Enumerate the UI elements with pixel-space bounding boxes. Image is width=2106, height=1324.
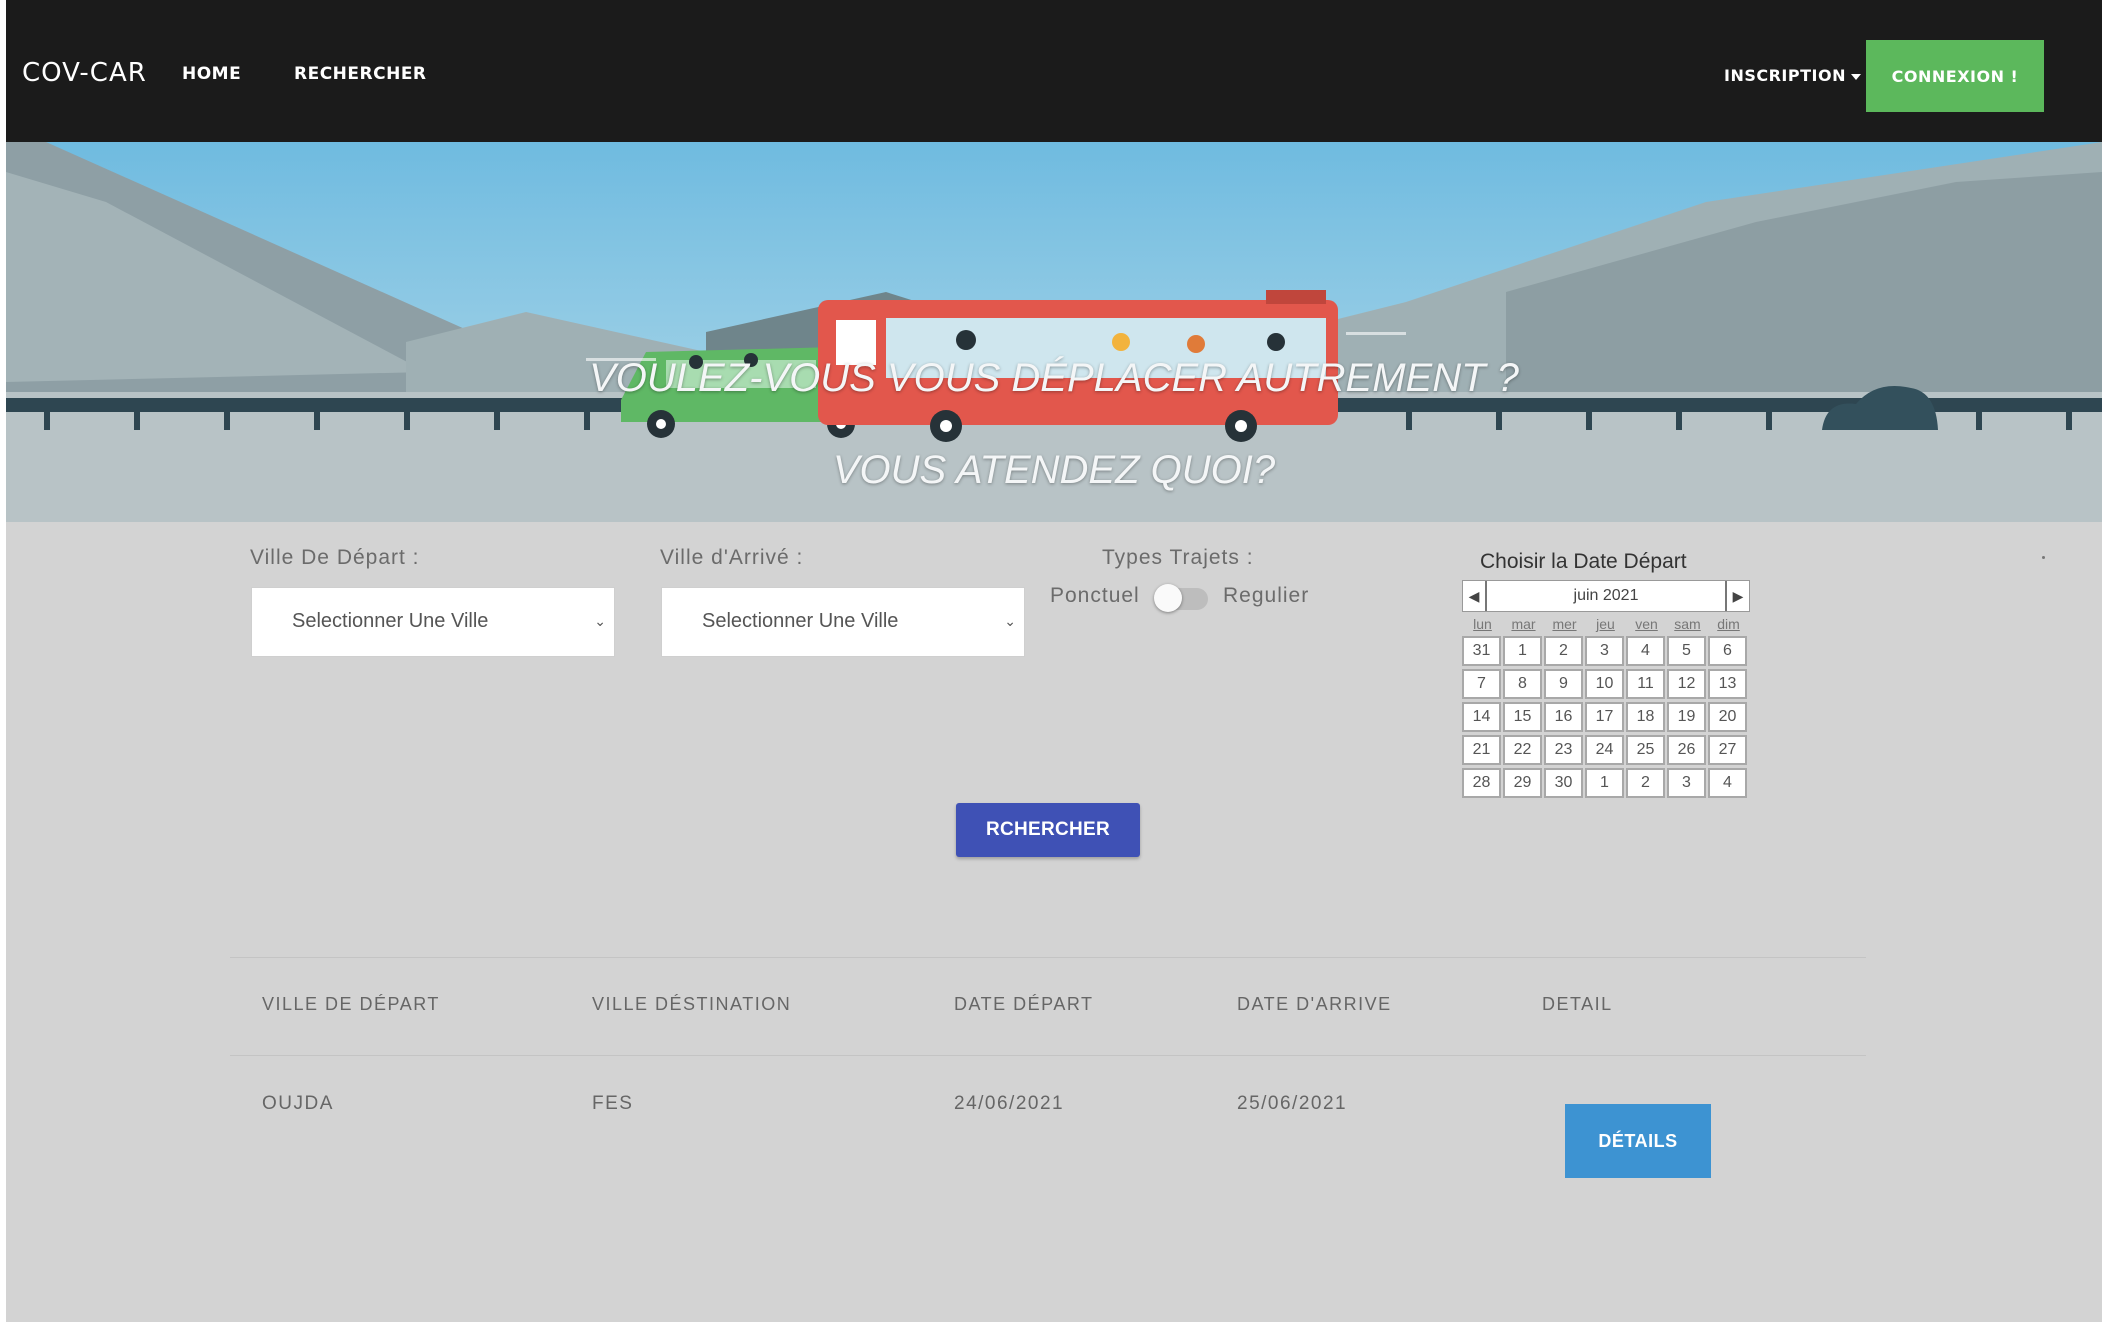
calendar-month[interactable]: juin 2021: [1463, 587, 1749, 605]
calendar-day[interactable]: 17: [1585, 702, 1624, 732]
calendar-day[interactable]: 10: [1585, 669, 1624, 699]
calendar-day[interactable]: 5: [1667, 636, 1706, 666]
calendar-weekdays: lun mar mer jeu ven sam dim: [1462, 616, 1750, 632]
calendar-day[interactable]: 1: [1503, 636, 1542, 666]
calendar-day[interactable]: 2: [1626, 768, 1665, 798]
calendar-day[interactable]: 21: [1462, 735, 1501, 765]
calendar-day[interactable]: 26: [1667, 735, 1706, 765]
calendar-day[interactable]: 31: [1462, 636, 1501, 666]
calendar-day[interactable]: 3: [1667, 768, 1706, 798]
inscription-label: INSCRIPTION: [1724, 66, 1846, 85]
calendar-day[interactable]: 1: [1585, 768, 1624, 798]
calendar-day[interactable]: 9: [1544, 669, 1583, 699]
chevron-down-icon: ⌄: [594, 613, 606, 629]
chevron-down-icon: ⌄: [1004, 613, 1016, 629]
types-trajets-label: Types Trajets :: [1102, 546, 1254, 569]
details-button[interactable]: DÉTAILS: [1565, 1104, 1711, 1178]
calendar-weekday: sam: [1674, 616, 1701, 632]
depart-select-value: Selectionner Une Ville: [292, 610, 489, 632]
table-header: DETAIL: [1542, 994, 1613, 1014]
table-header: DATE DÉPART: [954, 994, 1094, 1014]
calendar-day[interactable]: 15: [1503, 702, 1542, 732]
hero-subtitle: VOUS ATENDEZ QUOI?: [832, 448, 1276, 492]
calendar-day[interactable]: 19: [1667, 702, 1706, 732]
calendar-day[interactable]: 18: [1626, 702, 1665, 732]
cell-destination: FES: [592, 1093, 634, 1114]
calendar-day[interactable]: 27: [1708, 735, 1747, 765]
calendar-day[interactable]: 12: [1667, 669, 1706, 699]
table-header: VILLE DE DÉPART: [262, 994, 440, 1014]
nav-search-link[interactable]: RECHERCHER: [294, 64, 427, 84]
ponctuel-label: Ponctuel: [1050, 584, 1140, 607]
calendar-grid: 31 1 2 3 4 5 6 7 8 9 10 11 12 13 14 15 16 17 18 19 20 21 22 23 2…: [1462, 636, 1756, 798]
calendar-day[interactable]: 14: [1462, 702, 1501, 732]
calendar-header: ◀ juin 2021 ▶: [1462, 580, 1750, 612]
calendar-day[interactable]: 24: [1585, 735, 1624, 765]
connexion-button[interactable]: CONNEXION !: [1866, 40, 2044, 112]
next-month-icon[interactable]: ▶: [1725, 581, 1749, 611]
caret-down-icon: [1850, 73, 1861, 80]
switch-knob[interactable]: [1154, 584, 1182, 612]
calendar-weekday: ven: [1635, 616, 1658, 632]
calendar-day[interactable]: 16: [1544, 702, 1583, 732]
calendar-weekday: mer: [1552, 616, 1577, 632]
arrive-select-value: Selectionner Une Ville: [702, 610, 899, 632]
table-header: DATE D'ARRIVE: [1237, 994, 1392, 1014]
cell-depart: OUJDA: [262, 1093, 334, 1114]
brand-logo[interactable]: COV-CAR: [22, 58, 147, 88]
calendar-day[interactable]: 4: [1626, 636, 1665, 666]
cell-date-depart: 24/06/2021: [954, 1093, 1065, 1114]
nav-home-link[interactable]: HOME: [182, 64, 241, 84]
cell-date-arrive: 25/06/2021: [1237, 1093, 1348, 1114]
calendar-day[interactable]: 28: [1462, 768, 1501, 798]
table-top-divider: [230, 957, 1866, 958]
hero-title: VOULEZ-VOUS VOUS DÉPLACER AUTREMENT ?: [589, 356, 1519, 400]
calendar-weekday: mar: [1511, 616, 1536, 632]
date-calendar: ◀ juin 2021 ▶ lun mar mer jeu ven sam dim 31 1 2…: [1462, 580, 1756, 798]
calendar-title: Choisir la Date Départ: [1480, 550, 1687, 573]
table-header-divider: [230, 1055, 1866, 1056]
calendar-day[interactable]: 11: [1626, 669, 1665, 699]
calendar-day[interactable]: 29: [1503, 768, 1542, 798]
calendar-day[interactable]: 20: [1708, 702, 1747, 732]
calendar-weekday: jeu: [1596, 616, 1615, 632]
depart-select[interactable]: Selectionner Une Ville ⌄: [251, 587, 615, 657]
calendar-day[interactable]: 22: [1503, 735, 1542, 765]
calendar-day[interactable]: 8: [1503, 669, 1542, 699]
depart-label: Ville De Départ :: [250, 546, 420, 569]
calendar-day[interactable]: 13: [1708, 669, 1747, 699]
calendar-day[interactable]: 7: [1462, 669, 1501, 699]
calendar-weekday: dim: [1717, 616, 1740, 632]
calendar-day[interactable]: 25: [1626, 735, 1665, 765]
calendar-day[interactable]: 30: [1544, 768, 1583, 798]
navbar: COV-CAR HOME RECHERCHER INSCRIPTION CONN…: [6, 0, 2102, 142]
arrive-select[interactable]: Selectionner Une Ville ⌄: [661, 587, 1025, 657]
calendar-weekday: lun: [1473, 616, 1492, 632]
table-header: VILLE DÉSTINATION: [592, 994, 792, 1014]
calendar-day[interactable]: 6: [1708, 636, 1747, 666]
calendar-day[interactable]: 3: [1585, 636, 1624, 666]
page: COV-CAR HOME RECHERCHER INSCRIPTION CONN…: [6, 0, 2102, 1322]
calendar-day[interactable]: 4: [1708, 768, 1747, 798]
arrive-label: Ville d'Arrivé :: [660, 546, 804, 569]
dot-mark: [2042, 556, 2045, 559]
calendar-day[interactable]: 2: [1544, 636, 1583, 666]
hero-banner: VOULEZ-VOUS VOUS DÉPLACER AUTREMENT ? VO…: [6, 142, 2102, 522]
search-button[interactable]: RCHERCHER: [956, 803, 1140, 857]
inscription-dropdown[interactable]: INSCRIPTION: [1724, 66, 1861, 85]
calendar-day[interactable]: 23: [1544, 735, 1583, 765]
regulier-label: Regulier: [1223, 584, 1310, 607]
